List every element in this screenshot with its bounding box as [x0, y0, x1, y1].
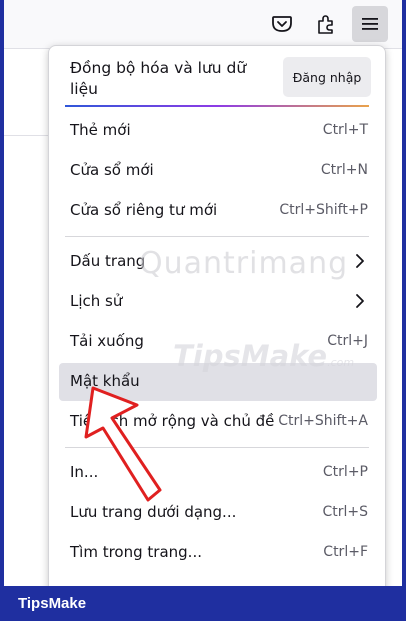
browser-toolbar [4, 0, 402, 49]
hamburger-menu-icon [362, 18, 378, 30]
tipsmake-watermark-suffix: .com [327, 356, 355, 369]
chevron-right-icon [356, 294, 364, 308]
menu-item-new-tab[interactable]: Thẻ mới Ctrl+T [59, 112, 377, 150]
menu-item-label: Cửa sổ riêng tư mới [70, 201, 218, 219]
menu-item-label: Tiện ích mở rộng và chủ đề [70, 412, 275, 430]
menu-item-label: Tìm trong trang... [70, 543, 202, 561]
footer-bar: TipsMake [0, 586, 406, 621]
pocket-button[interactable] [264, 6, 300, 42]
menu-item-shortcut: Ctrl+Shift+A [278, 413, 368, 429]
menu-item-label: In... [70, 463, 99, 481]
tipsmake-watermark-text: TipsMake [173, 339, 328, 373]
menu-item-shortcut: Ctrl+P [322, 464, 368, 480]
footer-logo: TipsMake [18, 595, 87, 612]
menu-item-new-window[interactable]: Cửa sổ mới Ctrl+N [59, 152, 377, 190]
app-menu-button[interactable] [352, 6, 388, 42]
quantrimang-watermark: Quantrimang [139, 246, 349, 281]
chevron-right-icon [356, 254, 364, 268]
menu-item-label: Lịch sử [70, 292, 123, 310]
menu-item-addons-themes[interactable]: Tiện ích mở rộng và chủ đề Ctrl+Shift+A [59, 403, 377, 441]
extensions-icon [318, 15, 333, 34]
sign-in-button[interactable]: Đăng nhập [283, 57, 371, 97]
divider [4, 135, 54, 136]
menu-item-label: Lưu trang dưới dạng... [70, 503, 237, 521]
menu-item-shortcut: Ctrl+N [320, 162, 368, 178]
sync-description: Đồng bộ hóa và lưu dữ liệu [70, 59, 247, 98]
menu-item-label: Thẻ mới [70, 121, 131, 139]
menu-separator [65, 447, 369, 448]
menu-item-shortcut: Ctrl+Shift+P [279, 202, 368, 218]
menu-item-shortcut: Ctrl+S [322, 504, 368, 520]
extensions-button[interactable] [308, 6, 344, 42]
menu-separator [65, 236, 369, 237]
menu-item-shortcut: Ctrl+T [322, 122, 368, 138]
menu-item-history[interactable]: Lịch sử [59, 283, 377, 321]
sync-section: Đồng bộ hóa và lưu dữ liệu Đăng nhập [49, 46, 385, 106]
menu-item-label: Mật khẩu [70, 372, 140, 390]
menu-item-shortcut: Ctrl+F [323, 544, 368, 560]
menu-item-label: Tải xuống [70, 332, 144, 350]
menu-item-label: Cửa sổ mới [70, 161, 154, 179]
menu-item-save-page-as[interactable]: Lưu trang dưới dạng... Ctrl+S [59, 494, 377, 532]
pocket-icon [272, 16, 292, 32]
menu-item-new-private-window[interactable]: Cửa sổ riêng tư mới Ctrl+Shift+P [59, 192, 377, 230]
tipsmake-watermark: TipsMake.com [173, 339, 354, 373]
menu-item-print[interactable]: In... Ctrl+P [59, 454, 377, 492]
app-menu-panel: Đồng bộ hóa và lưu dữ liệu Đăng nhập Thẻ… [48, 45, 386, 605]
sync-gradient-divider [65, 105, 369, 107]
menu-item-label: Dấu trang [70, 252, 146, 270]
menu-item-find-in-page[interactable]: Tìm trong trang... Ctrl+F [59, 534, 377, 572]
